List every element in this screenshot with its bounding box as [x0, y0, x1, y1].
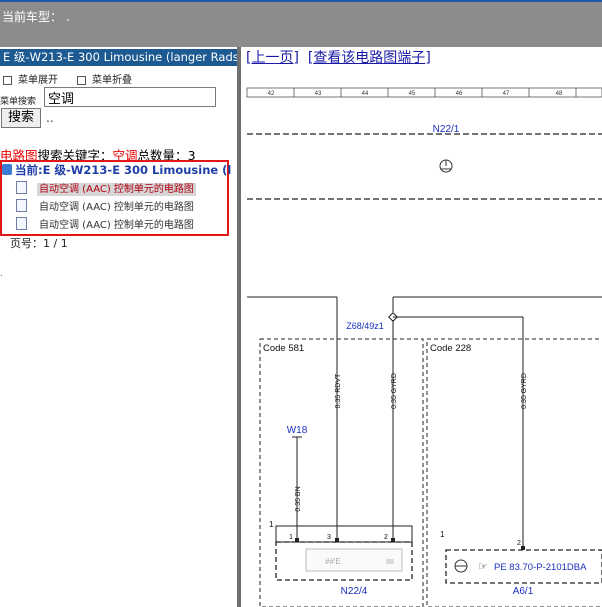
tree-item[interactable]: 自动空调 (AAC) 控制单元的电路图 [16, 198, 196, 213]
tree-item-label: 自动空调 (AAC) 控制单元的电路图 [39, 220, 194, 231]
wire-label: 0.35 BN [295, 486, 302, 511]
menu-expand-button[interactable]: 菜单展开 [3, 71, 58, 86]
tree-current-label: 当前:E 级-W213-E 300 Limousine (l [15, 163, 232, 177]
ground-symbol-icon [454, 559, 468, 573]
search-dots: .. [46, 111, 54, 125]
page-label: 页号： [10, 237, 43, 250]
small-link[interactable]: . [0, 269, 3, 278]
pin-number: 2 [384, 534, 388, 541]
menu-collapse-button[interactable]: 菜单折叠 [77, 71, 132, 86]
current-model-label: 当前车型： . [2, 10, 70, 24]
ground-symbol-icon [439, 159, 453, 173]
pager: 页号：1 / 1 [10, 235, 68, 251]
column-number: 47 [503, 91, 510, 97]
tree-item[interactable]: 自动空调 (AAC) 控制单元的电路图 [16, 216, 196, 231]
document-icon [16, 217, 27, 230]
tree-item[interactable]: 自动空调 (AAC) 控制单元的电路图 [16, 180, 196, 196]
search-button[interactable]: 搜索 [1, 108, 41, 128]
column-number: 45 [409, 91, 416, 97]
tree-item-label: 自动空调 (AAC) 控制单元的电路图 [37, 183, 196, 196]
top-edge [0, 0, 602, 2]
ground-label-w18: W18 [287, 425, 308, 436]
document-icon [16, 181, 27, 194]
component-label-n22-1: N22/1 [433, 124, 460, 135]
wire-label: 0.35 GYRD [521, 373, 528, 409]
pin-number: 1 [440, 530, 445, 539]
reference-arrow-icon: ☞ [478, 561, 488, 573]
pin-number: 1 [269, 520, 274, 529]
column-number: 44 [362, 91, 369, 97]
faded-text: 88 [386, 559, 394, 566]
faded-text: ##'E [325, 557, 341, 566]
column-number: 43 [315, 91, 322, 97]
vehicle-icon [2, 164, 12, 175]
menu-collapse-label: 菜单折叠 [92, 75, 132, 86]
code-228-label: Code 228 [430, 343, 471, 354]
column-number: 46 [456, 91, 463, 97]
pin-number: 2 [517, 540, 521, 547]
tree-item-label: 自动空调 (AAC) 控制单元的电路图 [39, 202, 194, 213]
column-number: 42 [268, 91, 275, 97]
menu-expand-label: 菜单展开 [18, 75, 58, 86]
column-ruler [246, 87, 602, 98]
search-label: 菜单搜索 [0, 97, 37, 107]
wiring-diagram: 42 43 44 45 46 47 48 N22/1 Z68/49z1 Code… [246, 87, 602, 607]
page-value: 1 / 1 [43, 237, 68, 250]
sidebar: E 级-W213-E 300 Limousine (langer Radstan… [0, 47, 237, 607]
car-title-bar: E 级-W213-E 300 Limousine (langer Radstan… [0, 49, 237, 66]
column-number: 48 [556, 91, 563, 97]
tree-current-node[interactable]: 当前:E 级-W213-E 300 Limousine (l [2, 162, 231, 178]
top-bar: 当前车型： . [0, 0, 602, 47]
search-input[interactable] [44, 87, 216, 107]
reference-link[interactable]: PE 83.70-P-2101DBA [494, 562, 587, 573]
component-label-a6-1: A6/1 [513, 586, 534, 597]
component-label-n22-4: N22/4 [341, 586, 368, 597]
expand-icon [3, 75, 12, 85]
wire-label: 0.35 RDVT [335, 373, 342, 408]
pin-number: 1 [289, 534, 293, 541]
document-icon [16, 199, 27, 212]
diagram-panel: [上一页] [查看该电路图端子] 42 43 44 45 46 47 48 N2… [241, 47, 602, 607]
collapse-icon [77, 75, 86, 85]
splice-label-z68: Z68/49z1 [346, 321, 384, 331]
code-581-label: Code 581 [263, 343, 304, 354]
pin-number: 3 [327, 534, 331, 541]
wire-label: 0.35 GYRD [391, 373, 398, 409]
